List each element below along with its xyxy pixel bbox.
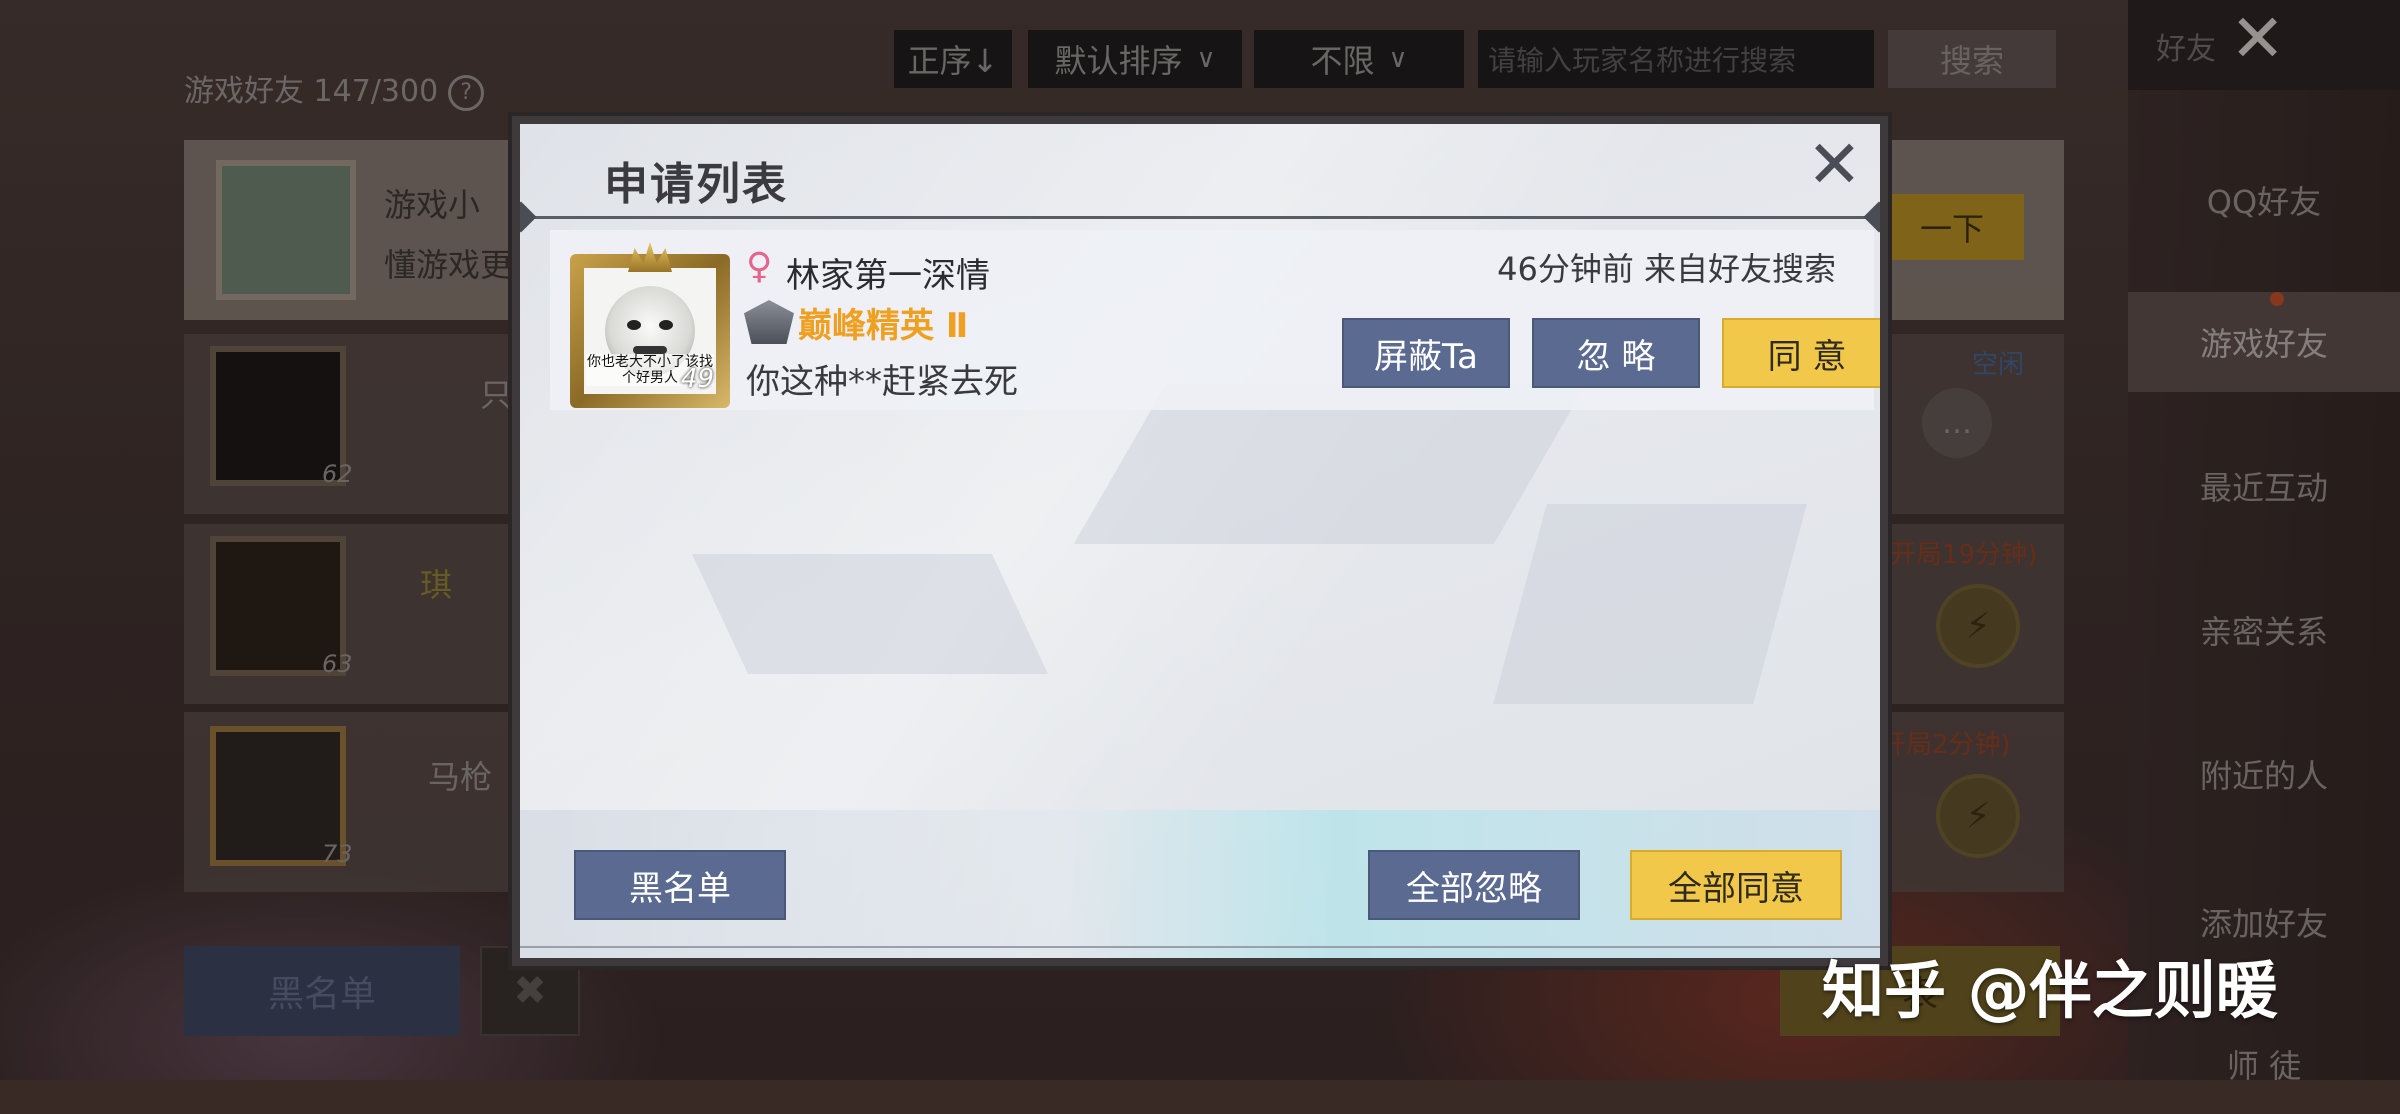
footer-divider [520,946,1880,948]
request-message: 你这种**赶紧去死 [746,362,1018,402]
ignore-button[interactable]: 忽 略 [1532,318,1700,388]
dialog-title: 申请列表 [604,159,788,210]
accept-all-button[interactable]: 全部同意 [1630,850,1842,920]
accept-all-label: 全部同意 [1668,868,1804,909]
watermark: 知乎 @伴之则暖 [1822,954,2278,1027]
crown-icon [628,242,672,272]
mouth [633,346,667,354]
eye [627,320,641,330]
block-button-label: 屏蔽Ta [1374,336,1478,377]
request-time-source: 46分钟前 来自好友搜索 [1497,250,1836,288]
divider-ornament [1863,201,1880,233]
title-divider [520,216,1880,219]
ignore-all-button[interactable]: 全部忽略 [1368,850,1580,920]
rank-badge-icon [744,300,794,344]
block-button[interactable]: 屏蔽Ta [1342,318,1510,388]
divider-ornament [520,201,537,233]
accept-button[interactable]: 同 意 [1722,318,1880,388]
avatar[interactable]: 你也老大不小了该找个好男人 49 [570,242,730,408]
close-icon[interactable]: ✕ [1807,132,1862,198]
ignore-all-label: 全部忽略 [1406,868,1542,909]
dialog-footer: 黑名单 全部忽略 全部同意 [520,810,1880,958]
friend-request-item: 你也老大不小了该找个好男人 49 ♀ 林家第一深情 巅峰精英 Ⅱ 你这种**赶紧… [550,230,1880,410]
decor-shard [692,554,1048,674]
blacklist-button[interactable]: 黑名单 [574,850,786,920]
accept-button-label: 同 意 [1767,336,1847,377]
ignore-button-label: 忽 略 [1576,336,1656,377]
requester-name: 林家第一深情 [786,256,990,296]
rank-label: 巅峰精英 Ⅱ [798,306,969,346]
request-list-dialog: 申请列表 ✕ 你也老大不小了该找个好男人 49 ♀ 林家第一深情 巅峰精英 Ⅱ … [508,112,1892,970]
level-badge: 49 [680,364,714,394]
decor-shard [1493,504,1807,704]
blacklist-button-label: 黑名单 [629,868,731,909]
female-icon: ♀ [746,246,773,287]
eye [659,320,673,330]
dialog-body: 申请列表 ✕ 你也老大不小了该找个好男人 49 ♀ 林家第一深情 巅峰精英 Ⅱ … [520,124,1880,958]
